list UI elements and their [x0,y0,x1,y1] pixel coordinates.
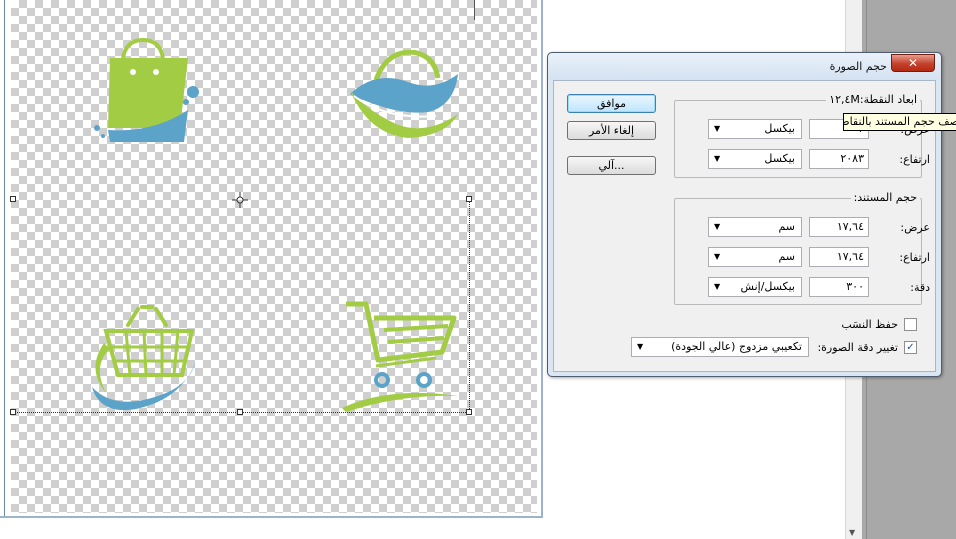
close-button[interactable]: ✕ [891,54,935,72]
document-height-unit-value: سم [778,250,795,263]
resolution-unit-value: بيكسل/إنش [740,280,795,293]
document-height-input[interactable]: ١٧,٦٤ [809,247,869,267]
resolution-unit-select[interactable]: بيكسل/إنش ▼ [708,277,802,297]
transform-handle-bottom-right[interactable] [466,409,472,415]
chevron-down-icon: ▼ [637,342,644,351]
document-height-label: ارتفاع: [899,251,930,264]
chevron-down-icon: ▼ [714,124,721,133]
check-icon: ✓ [906,342,915,353]
document-height-unit-select[interactable]: سم ▼ [708,247,802,267]
document-size-legend: حجم المستند: [850,191,920,204]
scroll-down-arrow-icon[interactable]: ▼ [849,528,855,537]
resample-image-checkbox[interactable]: ✓ [904,341,917,354]
resolution-input[interactable]: ٣٠٠ [809,277,869,297]
shopping-bag-logo [94,38,199,142]
transform-bounding-box [13,199,470,413]
chevron-down-icon: ▼ [714,154,721,163]
chevron-down-icon: ▼ [714,282,721,291]
image-size-dialog: حجم الصورة ✕ موافق إلغاء الأمر آلي... اب… [547,52,942,377]
pixel-height-unit-select[interactable]: بيكسل ▼ [708,149,802,169]
document-width-label: عرض: [900,221,930,234]
auto-button[interactable]: آلي... [567,156,656,175]
chevron-down-icon: ▼ [714,222,721,231]
dialog-title: حجم الصورة [829,60,887,73]
pixel-height-unit-value: بيكسل [764,152,795,165]
pixel-dimensions-legend: ابعاد النقطة:١٢,٤M [826,93,920,106]
resample-image-label: تغيير دقة الصورة: [817,341,898,354]
pixel-width-unit-select[interactable]: بيكسل ▼ [708,119,802,139]
constrain-proportions-label: حفظ النسَب [841,318,898,331]
resolution-label: دقة: [910,281,930,294]
transform-handle-middle-right[interactable] [466,196,472,202]
constrain-proportions-checkbox[interactable] [904,318,917,331]
chevron-down-icon: ▼ [714,252,721,261]
pixel-height-label: ارتفاع: [899,153,930,166]
pixel-width-unit-value: بيكسل [764,122,795,135]
resample-method-select[interactable]: تكعيبي مزدوج (عالي الجودة) ▼ [631,337,809,357]
dialog-titlebar[interactable]: حجم الصورة ✕ [548,53,941,80]
document-width-unit-value: سم [778,220,795,233]
document-width-input[interactable]: ١٧,٦٤ [809,217,869,237]
transform-handle-bottom-left[interactable] [10,409,16,415]
tooltip: صف حجم المستند بالنقاط [843,113,956,131]
resample-method-value: تكعيبي مزدوج (عالي الجودة) [671,340,802,353]
document-width-unit-select[interactable]: سم ▼ [708,217,802,237]
window-edge [4,0,5,516]
transform-handle-bottom-center[interactable] [237,409,243,415]
pixel-height-input[interactable]: ٢٠٨٣ [809,149,869,169]
transform-center-point-icon[interactable] [232,192,248,208]
cancel-button[interactable]: إلغاء الأمر [567,121,656,140]
basket-leaf-logo [350,50,458,138]
canvas-guide-line [474,0,475,20]
ok-button[interactable]: موافق [567,94,656,113]
transform-handle-middle-left[interactable] [10,196,16,202]
